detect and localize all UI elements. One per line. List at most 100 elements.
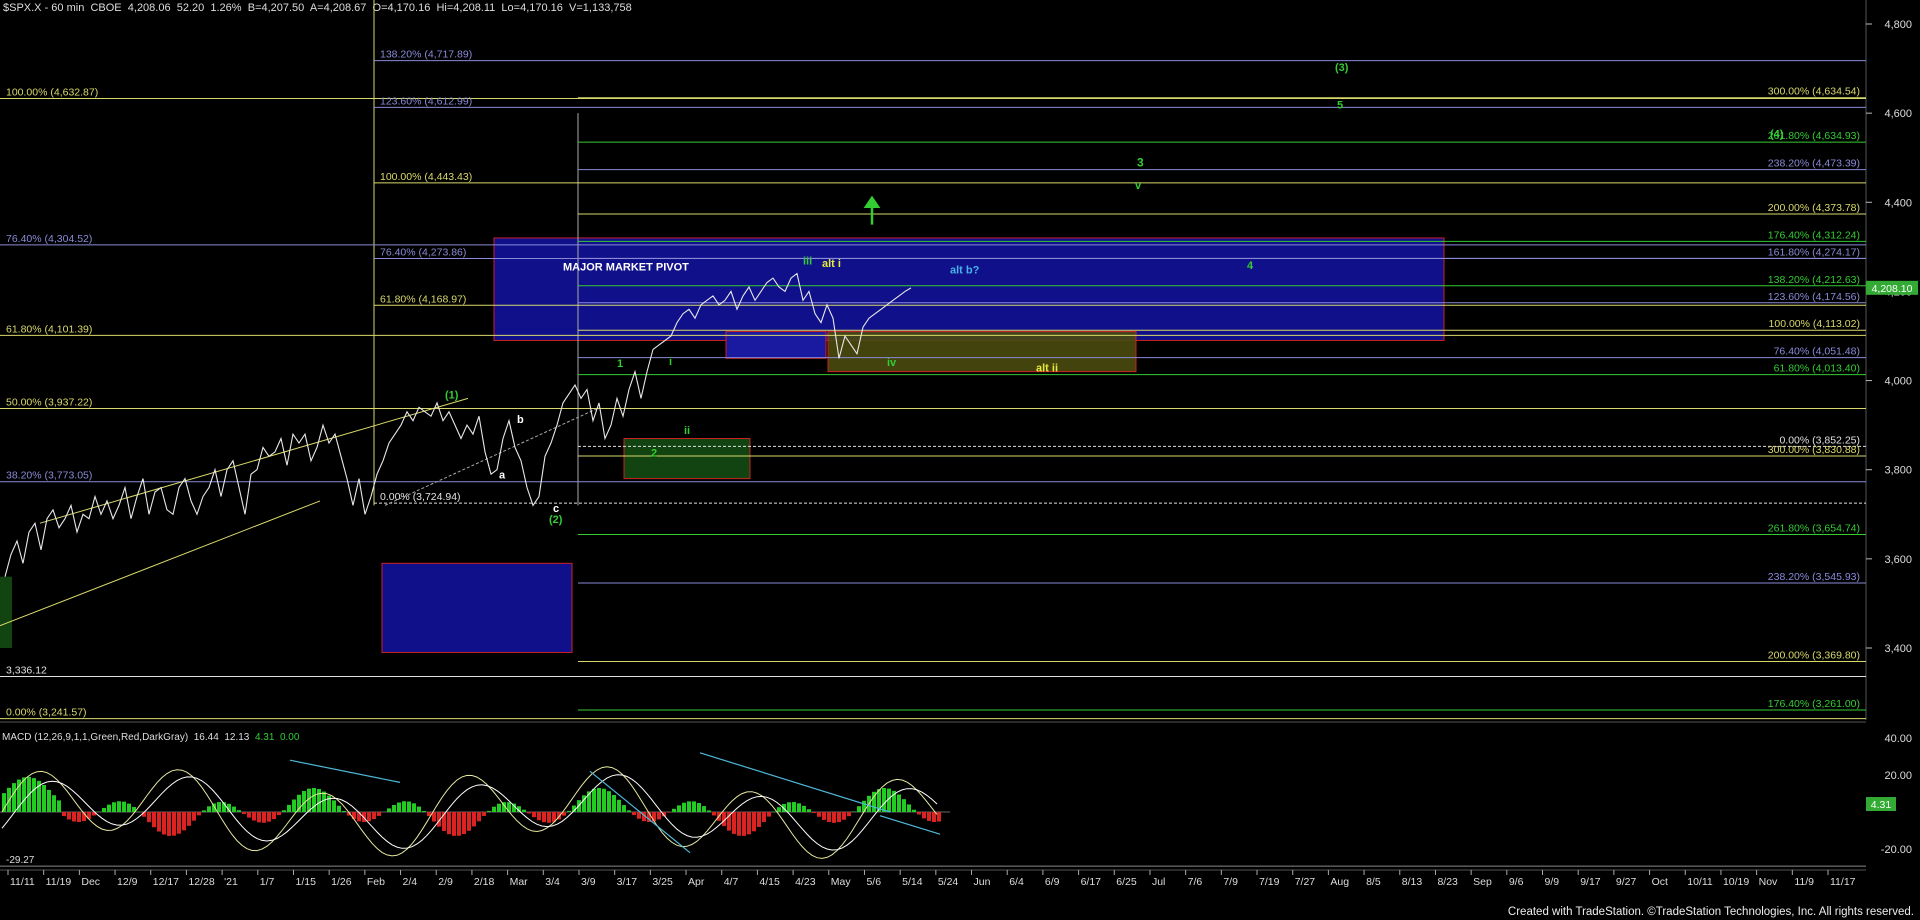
macd-histogram-bar	[457, 812, 461, 836]
wave-label: b	[517, 414, 524, 426]
macd-histogram-bar	[832, 812, 836, 823]
time-axis-label: 1/15	[295, 876, 316, 888]
fib-level-label: 123.60% (4,612.99)	[380, 95, 472, 107]
macd-histogram-bar	[422, 810, 426, 812]
macd-histogram-bar	[392, 804, 396, 812]
time-axis-label: 2/18	[474, 876, 495, 888]
fib-level-label: 100.00% (4,113.02)	[1769, 318, 1860, 330]
wave-label: 2	[651, 447, 657, 459]
time-axis-label: 6/25	[1116, 876, 1137, 888]
macd-histogram-bar	[527, 812, 531, 814]
macd-histogram-bar	[682, 802, 686, 812]
macd-histogram-bar	[797, 803, 801, 812]
macd-histogram-bar	[657, 812, 661, 820]
macd-histogram-bar	[687, 801, 691, 812]
macd-histogram-bar	[532, 812, 536, 818]
fib-level-label: 138.20% (4,717.89)	[380, 49, 472, 61]
macd-histogram-bar	[762, 812, 766, 822]
macd-histogram-bar	[252, 812, 256, 821]
wave-label: v	[1135, 180, 1142, 192]
macd-histogram-bar	[902, 799, 906, 812]
time-axis-label: 6/9	[1045, 876, 1060, 888]
fib-level-label: 138.20% (4,212.63)	[1768, 274, 1860, 286]
wave-label: 3	[1137, 156, 1144, 170]
macd-histogram-bar	[652, 812, 656, 822]
time-axis-label: 2/9	[438, 876, 453, 888]
wave-label: iv	[887, 357, 897, 369]
macd-histogram-bar	[57, 800, 61, 812]
price-axis-label: 4,400	[1884, 197, 1912, 209]
footer-credit: Created with TradeStation. ©TradeStation…	[1507, 906, 1914, 918]
fib-level-label: 261.80% (3,654.74)	[1768, 522, 1860, 534]
fib-level-label: 100.00% (4,443.43)	[380, 171, 472, 183]
wave-label: i	[669, 356, 672, 368]
macd-histogram-bar	[932, 812, 936, 823]
time-axis-label: 7/9	[1223, 876, 1238, 888]
macd-histogram-bar	[317, 788, 321, 812]
macd-histogram-bar	[287, 804, 291, 812]
time-axis-label: 4/23	[795, 876, 816, 888]
macd-histogram-bar	[207, 806, 211, 812]
time-axis-label: 4/7	[724, 876, 739, 888]
macd-histogram-bar	[372, 812, 376, 820]
macd-axis-label: 20.00	[1884, 770, 1912, 782]
time-axis-label: 2/4	[403, 876, 418, 888]
macd-value-3: 4.31	[254, 732, 275, 743]
time-axis-label: 6/17	[1081, 876, 1102, 888]
macd-histogram-bar	[597, 787, 601, 812]
time-axis-label: 3/4	[545, 876, 560, 888]
time-axis-label: 1/7	[260, 876, 275, 888]
time-axis-label: Dec	[81, 876, 100, 888]
macd-histogram-bar	[102, 807, 106, 812]
wave-label: (4)	[1770, 129, 1784, 141]
fib-level-label: 61.80% (4,101.39)	[6, 323, 92, 335]
macd-histogram-bar	[917, 812, 921, 815]
macd-histogram-bar	[882, 787, 886, 812]
channel-upper-line	[39, 397, 469, 524]
macd-histogram-bar	[547, 812, 551, 823]
macd-histogram-bar	[167, 812, 171, 836]
macd-histogram-bar	[272, 812, 276, 820]
price-axis-label: 3,600	[1884, 554, 1912, 566]
macd-histogram-bar	[312, 787, 316, 812]
fib-level-label: 300.00% (4,634.54)	[1768, 86, 1860, 98]
fib-level-label: 0.00% (3,724.94)	[380, 491, 461, 503]
macd-histogram-bar	[482, 812, 486, 816]
time-axis-label: Sep	[1473, 876, 1492, 888]
macd-histogram-bar	[112, 802, 116, 812]
fib-level-label: 200.00% (4,373.78)	[1768, 202, 1860, 214]
time-axis-label: 11/17	[1830, 876, 1856, 888]
macd-histogram-bar	[742, 812, 746, 836]
wave-label: (1)	[445, 389, 459, 401]
wave-label: ii	[684, 425, 690, 437]
channel-lower-line	[0, 500, 321, 627]
macd-last-badge-label: 4.31	[1871, 799, 1892, 811]
macd-histogram-bar	[817, 812, 821, 817]
wave-label: alt i	[822, 258, 841, 270]
macd-label: MACD (12,26,9,1,1,Green,Red,DarkGray)	[2, 732, 189, 743]
macd-histogram-bar	[172, 812, 176, 836]
macd-histogram-bar	[822, 812, 826, 820]
macd-histogram-bar	[197, 812, 201, 816]
macd-histogram-bar	[617, 799, 621, 812]
major-market-pivot-zone	[493, 237, 1445, 341]
macd-histogram-bar	[487, 810, 491, 812]
macd-histogram-bar	[472, 812, 476, 827]
macd-histogram-bar	[127, 803, 131, 812]
macd-histogram-bar	[387, 808, 391, 812]
time-axis-label: Aug	[1330, 876, 1349, 888]
wave-label: (2)	[549, 514, 563, 526]
time-axis-label: 10/11	[1687, 876, 1713, 888]
macd-histogram-bar	[522, 809, 526, 812]
price-chart[interactable]: 3,4003,6003,8004,0004,2004,4004,6004,800…	[0, 0, 1920, 920]
time-axis-label: 3/17	[617, 876, 638, 888]
macd-histogram-bar	[407, 801, 411, 812]
macd-histogram-bar	[852, 811, 856, 812]
wave-label: c	[553, 503, 559, 515]
macd-histogram-bar	[157, 812, 161, 832]
time-axis-label: 12/17	[153, 876, 179, 888]
macd-histogram-bar	[592, 788, 596, 812]
macd-histogram-bar	[277, 812, 281, 816]
macd-histogram-bar	[147, 812, 151, 823]
macd-histogram-bar	[667, 812, 671, 813]
